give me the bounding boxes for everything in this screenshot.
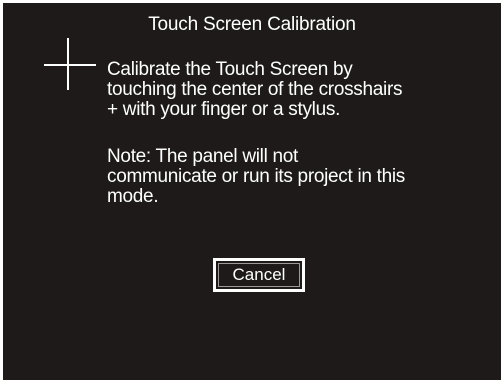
crosshair-horizontal-line (44, 64, 96, 66)
cancel-button[interactable]: Cancel (213, 258, 305, 292)
calibration-screen: Touch Screen Calibration Calibrate the T… (0, 0, 504, 385)
crosshair-icon[interactable] (44, 38, 96, 90)
calibration-note: Note: The panel will not communicate or … (107, 146, 405, 207)
calibration-instructions: Calibrate the Touch Screen by touching t… (107, 59, 403, 120)
dialog-title: Touch Screen Calibration (148, 14, 356, 35)
crosshair-vertical-line (67, 38, 69, 90)
